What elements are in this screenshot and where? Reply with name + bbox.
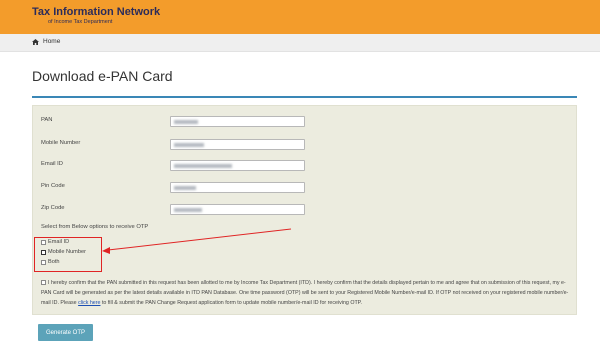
breadcrumb-home-label: Home [43,38,61,45]
zip-code-input[interactable] [170,204,305,215]
email-id-label: Email ID [41,161,63,167]
brand-subtitle: of Income Tax Department [48,19,113,25]
page-title: Download e-PAN Card [32,68,173,84]
confirm-text-tail: to fill & submit the PAN Change Request … [100,300,363,306]
otp-instruction: Select from Below options to receive OTP [41,224,149,230]
pin-code-input[interactable] [170,182,305,193]
pan-input[interactable] [170,116,305,127]
mobile-number-input[interactable] [170,139,305,150]
confirmation-declaration: I hereby confirm that the PAN submitted … [41,278,569,308]
confirm-checkbox[interactable] [41,280,46,286]
zip-code-label: Zip Code [41,205,65,211]
annotation-highlight-box [34,237,102,272]
click-here-link[interactable]: click here [78,300,100,306]
email-id-input[interactable] [170,160,305,171]
site-logo[interactable]: Tax Information Network of Income Tax De… [32,7,160,26]
breadcrumb-home[interactable]: Home [32,38,60,45]
mobile-number-label: Mobile Number [41,140,81,146]
pin-code-label: Pin Code [41,183,65,189]
epan-form: PAN Mobile Number Email ID Pin Code Zip … [32,105,577,315]
site-header: Tax Information Network of Income Tax De… [0,0,600,34]
brand-name: Tax Information Network [32,6,161,18]
home-icon [32,38,39,45]
pan-label: PAN [41,117,53,123]
breadcrumb: Home [0,34,600,52]
title-divider [32,96,577,98]
generate-otp-button[interactable]: Generate OTP [38,324,93,341]
